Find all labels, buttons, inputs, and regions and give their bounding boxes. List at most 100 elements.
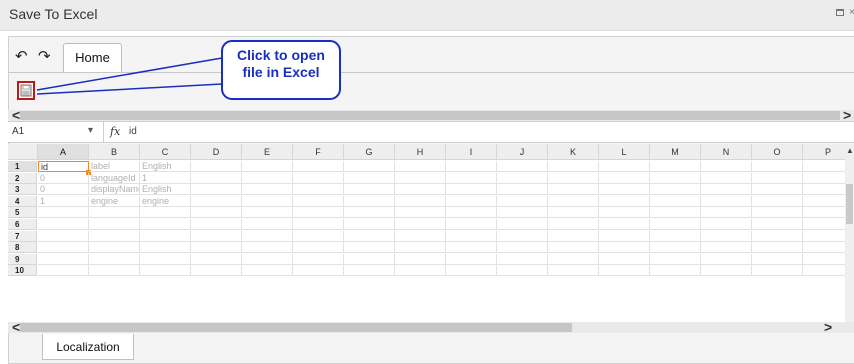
row-header-4[interactable]: 4 — [8, 195, 37, 207]
cell-p1[interactable] — [803, 161, 845, 172]
bottom-scroll-right-icon[interactable]: > — [824, 320, 832, 334]
cell-d2[interactable] — [191, 172, 242, 184]
cell-g8[interactable] — [344, 242, 395, 254]
column-header-i[interactable]: I — [446, 144, 497, 160]
cell-p8[interactable] — [803, 242, 845, 254]
sheet-tab-localization[interactable]: Localization — [42, 334, 134, 360]
cell-o4[interactable] — [752, 195, 803, 207]
cell-d8[interactable] — [191, 242, 242, 254]
top-horizontal-scrollbar[interactable] — [8, 110, 854, 121]
cell-h6[interactable] — [395, 219, 446, 230]
cell-n2[interactable] — [701, 172, 752, 184]
column-header-j[interactable]: J — [497, 144, 548, 160]
top-scroll-thumb[interactable] — [20, 111, 840, 120]
cell-i10[interactable] — [446, 265, 497, 277]
cell-l9[interactable] — [599, 253, 650, 265]
cell-b1[interactable]: label — [89, 161, 140, 172]
cell-p10[interactable] — [803, 265, 845, 277]
cell-d1[interactable] — [191, 161, 242, 172]
cell-i2[interactable] — [446, 172, 497, 184]
cell-l3[interactable] — [599, 184, 650, 196]
column-header-l[interactable]: L — [599, 144, 650, 160]
row-header-3[interactable]: 3 — [8, 184, 37, 196]
cell-i1[interactable] — [446, 161, 497, 172]
cell-d4[interactable] — [191, 195, 242, 207]
cell-j3[interactable] — [497, 184, 548, 196]
cell-a1[interactable]: id — [38, 161, 89, 172]
cell-c5[interactable] — [140, 207, 191, 219]
column-header-d[interactable]: D — [191, 144, 242, 160]
cell-a5[interactable] — [38, 207, 89, 219]
cell-l2[interactable] — [599, 172, 650, 184]
cell-k10[interactable] — [548, 265, 599, 277]
cell-b3[interactable]: displayName — [89, 184, 140, 196]
scroll-up-icon[interactable]: ▲ — [846, 146, 854, 155]
redo-icon[interactable]: ↷ — [38, 47, 51, 65]
cell-k4[interactable] — [548, 195, 599, 207]
cell-o10[interactable] — [752, 265, 803, 277]
cell-b10[interactable] — [89, 265, 140, 277]
cell-d7[interactable] — [191, 230, 242, 242]
cell-m9[interactable] — [650, 253, 701, 265]
cell-f9[interactable] — [293, 253, 344, 265]
cell-n10[interactable] — [701, 265, 752, 277]
cell-k6[interactable] — [548, 219, 599, 230]
cell-a10[interactable] — [38, 265, 89, 277]
cell-n6[interactable] — [701, 219, 752, 230]
cell-e1[interactable] — [242, 161, 293, 172]
cell-e5[interactable] — [242, 207, 293, 219]
row-header-9[interactable]: 9 — [8, 253, 37, 265]
bottom-scroll-left-icon[interactable]: < — [12, 320, 20, 334]
cell-o5[interactable] — [752, 207, 803, 219]
cell-b8[interactable] — [89, 242, 140, 254]
cell-a7[interactable] — [38, 230, 89, 242]
row-header-10[interactable]: 10 — [8, 265, 37, 277]
cell-p2[interactable] — [803, 173, 845, 184]
cell-l6[interactable] — [599, 219, 650, 230]
cell-p3[interactable] — [803, 184, 845, 196]
cell-c2[interactable]: 1 — [140, 172, 191, 184]
cell-e10[interactable] — [242, 265, 293, 277]
cell-h1[interactable] — [395, 161, 446, 172]
cell-m7[interactable] — [650, 230, 701, 242]
cell-b9[interactable] — [89, 253, 140, 265]
cell-a3[interactable]: 0 — [38, 184, 89, 196]
cell-e7[interactable] — [242, 230, 293, 242]
cell-j4[interactable] — [497, 195, 548, 207]
undo-icon[interactable]: ↶ — [15, 47, 28, 65]
cell-m4[interactable] — [650, 195, 701, 207]
cell-m10[interactable] — [650, 265, 701, 277]
row-header-8[interactable]: 8 — [8, 242, 37, 254]
cell-b4[interactable]: engine — [89, 195, 140, 207]
cell-h2[interactable] — [395, 172, 446, 184]
cell-f7[interactable] — [293, 230, 344, 242]
cell-c4[interactable]: engine — [140, 195, 191, 207]
scroll-right-icon[interactable]: > — [843, 108, 851, 122]
cell-m1[interactable] — [650, 161, 701, 172]
cell-j5[interactable] — [497, 207, 548, 219]
cell-m6[interactable] — [650, 219, 701, 230]
tab-home[interactable]: Home — [63, 43, 122, 73]
cell-f10[interactable] — [293, 265, 344, 277]
cell-b6[interactable] — [89, 219, 140, 230]
cell-i8[interactable] — [446, 242, 497, 254]
cell-p6[interactable] — [803, 219, 845, 230]
cell-c3[interactable]: English — [140, 184, 191, 196]
cell-g6[interactable] — [344, 219, 395, 230]
cell-f4[interactable] — [293, 195, 344, 207]
cell-m5[interactable] — [650, 207, 701, 219]
cell-b2[interactable]: languageId — [89, 172, 140, 184]
cell-j6[interactable] — [497, 219, 548, 230]
cell-l10[interactable] — [599, 265, 650, 277]
column-header-m[interactable]: M — [650, 144, 701, 160]
restore-icon[interactable] — [836, 9, 844, 16]
cell-n7[interactable] — [701, 230, 752, 242]
cell-n5[interactable] — [701, 207, 752, 219]
cell-e4[interactable] — [242, 195, 293, 207]
cell-j1[interactable] — [497, 161, 548, 172]
cell-k7[interactable] — [548, 230, 599, 242]
cell-k5[interactable] — [548, 207, 599, 219]
cell-e9[interactable] — [242, 253, 293, 265]
cell-g2[interactable] — [344, 172, 395, 184]
row-header-6[interactable]: 6 — [8, 219, 37, 230]
